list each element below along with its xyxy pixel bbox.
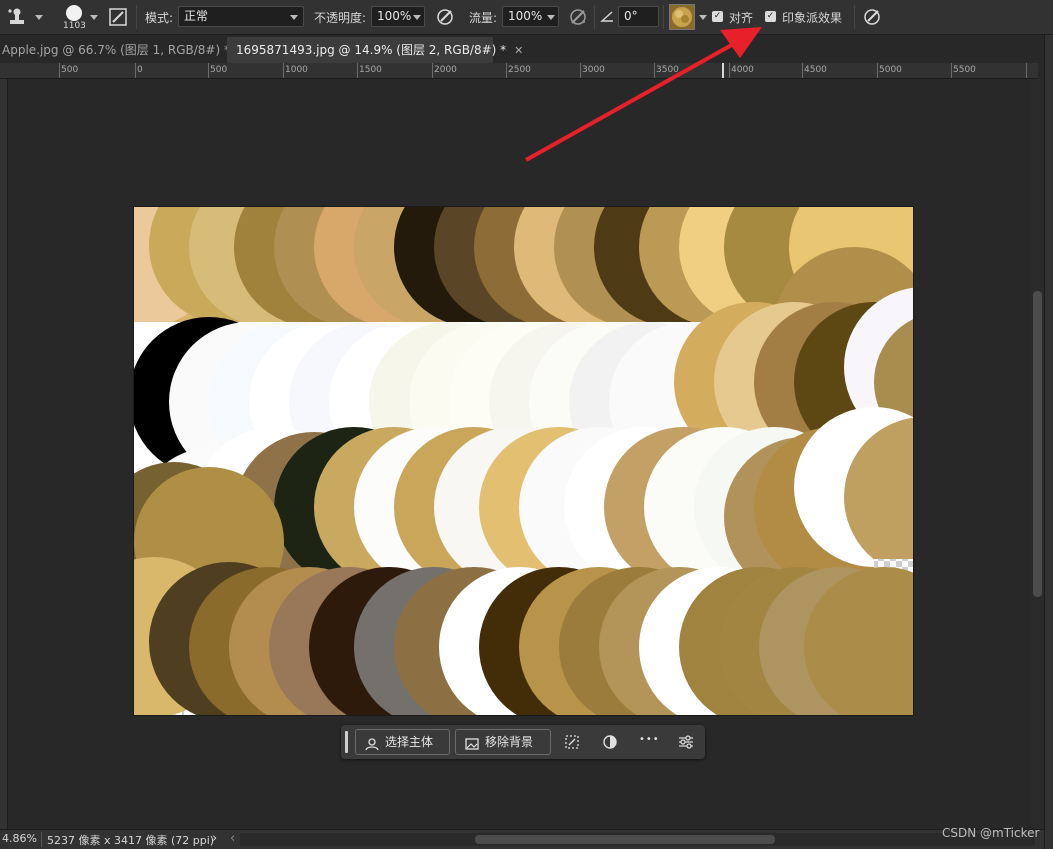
align-label: 对齐 — [729, 11, 754, 25]
divider — [594, 5, 595, 29]
ruler-label: 3500 — [656, 65, 679, 75]
impressionist-checkbox[interactable]: ✓ — [765, 11, 776, 22]
vertical-scroll-thumb[interactable] — [1033, 291, 1042, 597]
horizontal-scroll-thumb[interactable] — [475, 835, 775, 844]
chevron-down-icon — [290, 15, 298, 20]
chevron-down-icon[interactable] — [699, 15, 707, 20]
tab-label: 1695871493.jpg @ 14.9% (图层 2, RGB/8#) * — [236, 43, 507, 57]
chevron-down-icon — [413, 15, 421, 20]
ruler-label: 1500 — [359, 65, 382, 75]
ruler-label: 2000 — [434, 65, 457, 75]
horizontal-scrollbar[interactable] — [240, 833, 1035, 846]
opacity-value: 100% — [377, 9, 412, 23]
remove-background-button[interactable]: 移除背景 — [455, 729, 551, 755]
mode-value: 正常 — [184, 9, 209, 23]
brush-settings-icon[interactable] — [108, 7, 128, 27]
ruler-label: 4000 — [731, 65, 754, 75]
angle-input[interactable]: 0° — [618, 6, 659, 27]
vertical-ruler — [0, 79, 8, 829]
tab-apple[interactable]: Apple.jpg @ 66.7% (图层 1, RGB/8#) *✕ — [0, 37, 247, 63]
ruler-label: 5500 — [953, 65, 976, 75]
panel-edge — [1044, 35, 1053, 849]
watermark: CSDN @mTicker — [942, 826, 1040, 840]
adjustment-icon[interactable] — [601, 733, 619, 751]
opacity-input[interactable]: 100% — [371, 6, 425, 27]
divider — [663, 5, 664, 29]
horizontal-ruler: 500 0 500 1000 1500 2000 2500 3000 3500 … — [0, 63, 1038, 79]
status-bar: 4.86% 5237 像素 x 3417 像素 (72 ppi) › ‹ — [0, 829, 1044, 849]
ruler-label: 1000 — [285, 65, 308, 75]
document-info: 5237 像素 x 3417 像素 (72 ppi) — [47, 834, 215, 847]
image-icon — [465, 735, 479, 759]
settings-sliders-icon[interactable] — [677, 733, 695, 751]
brush-size-label: 1103 — [63, 21, 86, 31]
flow-label: 流量: — [469, 11, 498, 25]
ruler-label: 500 — [61, 65, 79, 75]
opacity-label: 不透明度: — [314, 11, 367, 25]
chevron-down-icon — [547, 15, 555, 20]
document-tabs: Apple.jpg @ 66.7% (图层 1, RGB/8#) *✕ 1695… — [0, 35, 1053, 63]
flow-value: 100% — [508, 9, 543, 23]
chevron-down-icon[interactable] — [35, 15, 43, 20]
flow-input[interactable]: 100% — [502, 6, 559, 27]
document-canvas[interactable] — [134, 207, 913, 715]
mode-label: 模式: — [145, 11, 174, 25]
ruler-label: 0 — [137, 65, 143, 75]
impressionist-label: 印象派效果 — [782, 11, 843, 25]
drag-handle[interactable] — [345, 731, 348, 753]
divider — [41, 832, 42, 847]
mode-select[interactable]: 正常 — [178, 6, 304, 27]
select-subject-label: 选择主体 — [385, 735, 434, 749]
ruler-label: 3000 — [582, 65, 605, 75]
contextual-task-bar: 选择主体 移除背景 ••• — [341, 725, 705, 759]
status-arrow-right[interactable]: › — [212, 831, 217, 846]
airbrush-icon[interactable] — [567, 7, 589, 27]
tab-label: Apple.jpg @ 66.7% (图层 1, RGB/8#) * — [2, 43, 230, 57]
ruler-label: 500 — [210, 65, 228, 75]
remove-background-label: 移除背景 — [485, 735, 534, 749]
vertical-scrollbar[interactable] — [1031, 79, 1044, 829]
pressure-opacity-icon[interactable] — [435, 7, 455, 27]
select-subject-button[interactable]: 选择主体 — [355, 729, 450, 755]
brush-preset-icon[interactable] — [64, 3, 84, 23]
angle-icon — [600, 9, 614, 23]
ruler-label: 5000 — [879, 65, 902, 75]
pattern-swatch-icon[interactable] — [669, 4, 695, 30]
person-icon — [365, 735, 379, 759]
clone-stamp-icon[interactable] — [7, 7, 29, 27]
close-icon[interactable]: ✕ — [514, 38, 523, 64]
pressure-size-icon[interactable] — [862, 7, 882, 27]
divider — [136, 5, 137, 29]
scroll-left-arrow[interactable]: ‹ — [230, 831, 235, 846]
options-bar: 1103 模式: 正常 不透明度: 100% 流量: 100% 0° ✓ 对齐 … — [0, 0, 1053, 35]
angle-value: 0° — [624, 9, 638, 23]
tab-active-document[interactable]: 1695871493.jpg @ 14.9% (图层 2, RGB/8#) * ✕ — [227, 37, 523, 63]
align-checkbox[interactable]: ✓ — [712, 11, 723, 22]
ruler-label: 4500 — [804, 65, 827, 75]
ruler-label: 2500 — [508, 65, 531, 75]
transform-icon[interactable] — [563, 733, 581, 751]
divider — [854, 5, 855, 29]
chevron-down-icon[interactable] — [90, 15, 98, 20]
more-options-button[interactable]: ••• — [639, 734, 660, 745]
zoom-level[interactable]: 4.86% — [2, 832, 37, 845]
